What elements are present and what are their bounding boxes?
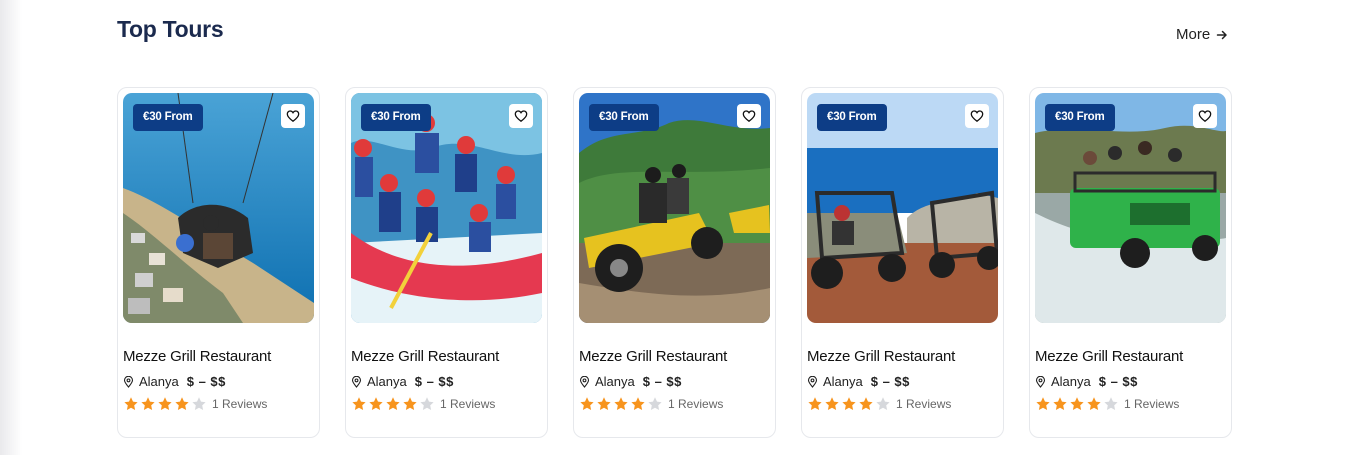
star-filled-icon xyxy=(369,397,383,410)
quad-bike-photo: €30 From xyxy=(579,93,770,323)
heart-icon xyxy=(742,110,756,123)
tour-price-range: $ – $$ xyxy=(642,374,682,389)
favorite-button[interactable] xyxy=(737,104,761,128)
tour-rating: 1 Reviews xyxy=(579,396,770,412)
tour-meta: Alanya $ – $$ xyxy=(351,374,542,389)
paragliding-photo: €30 From xyxy=(123,93,314,323)
review-count: 1 Reviews xyxy=(668,397,724,411)
tour-card[interactable]: €30 From Mezze Grill Restaurant Alanya $… xyxy=(573,87,776,438)
star-rating xyxy=(1035,396,1119,412)
review-count: 1 Reviews xyxy=(440,397,496,411)
tour-rating: 1 Reviews xyxy=(123,396,314,412)
tour-location: Alanya xyxy=(1051,374,1091,389)
jeep-safari-photo: €30 From xyxy=(1035,93,1226,323)
star-empty-icon xyxy=(192,397,206,410)
favorite-button[interactable] xyxy=(1193,104,1217,128)
map-pin-icon xyxy=(1035,375,1046,388)
star-filled-icon xyxy=(825,397,839,410)
star-filled-icon xyxy=(859,397,873,410)
tour-rating: 1 Reviews xyxy=(807,396,998,412)
heart-icon xyxy=(1198,110,1212,123)
arrow-right-icon xyxy=(1216,30,1227,39)
star-empty-icon xyxy=(648,397,662,410)
tour-location: Alanya xyxy=(139,374,179,389)
tour-price-range: $ – $$ xyxy=(870,374,910,389)
star-filled-icon xyxy=(158,397,172,410)
price-badge: €30 From xyxy=(361,104,431,131)
map-pin-icon xyxy=(579,375,590,388)
price-badge: €30 From xyxy=(817,104,887,131)
star-filled-icon xyxy=(580,397,594,410)
tour-price-range: $ – $$ xyxy=(186,374,226,389)
section-title: Top Tours xyxy=(117,16,224,42)
star-filled-icon xyxy=(808,397,822,410)
price-badge: €30 From xyxy=(589,104,659,131)
star-filled-icon xyxy=(614,397,628,410)
star-filled-icon xyxy=(1087,397,1101,410)
review-count: 1 Reviews xyxy=(896,397,952,411)
price-badge: €30 From xyxy=(133,104,203,131)
tour-meta: Alanya $ – $$ xyxy=(579,374,770,389)
more-link[interactable]: More xyxy=(1176,26,1228,43)
map-pin-icon xyxy=(351,375,362,388)
tour-location: Alanya xyxy=(595,374,635,389)
star-filled-icon xyxy=(1070,397,1084,410)
tour-price-range: $ – $$ xyxy=(1098,374,1138,389)
price-badge: €30 From xyxy=(1045,104,1115,131)
review-count: 1 Reviews xyxy=(1124,397,1180,411)
rafting-photo: €30 From xyxy=(351,93,542,323)
tour-meta: Alanya $ – $$ xyxy=(807,374,998,389)
star-filled-icon xyxy=(1036,397,1050,410)
star-empty-icon xyxy=(1104,397,1118,410)
tour-title[interactable]: Mezze Grill Restaurant xyxy=(351,348,542,365)
star-filled-icon xyxy=(386,397,400,410)
tour-card-list: €30 From Mezze Grill Restaurant Alanya $… xyxy=(117,87,1232,438)
more-label: More xyxy=(1176,26,1211,43)
heart-icon xyxy=(286,110,300,123)
star-filled-icon xyxy=(403,397,417,410)
star-rating xyxy=(123,396,207,412)
star-filled-icon xyxy=(1053,397,1067,410)
tour-title[interactable]: Mezze Grill Restaurant xyxy=(579,348,770,365)
tour-title[interactable]: Mezze Grill Restaurant xyxy=(123,348,314,365)
tour-title[interactable]: Mezze Grill Restaurant xyxy=(807,348,998,365)
tour-rating: 1 Reviews xyxy=(1035,396,1226,412)
heart-icon xyxy=(970,110,984,123)
star-filled-icon xyxy=(124,397,138,410)
tour-location: Alanya xyxy=(367,374,407,389)
heart-icon xyxy=(514,110,528,123)
star-rating xyxy=(579,396,663,412)
star-rating xyxy=(807,396,891,412)
star-filled-icon xyxy=(631,397,645,410)
tour-card[interactable]: €30 From Mezze Grill Restaurant Alanya $… xyxy=(345,87,548,438)
star-empty-icon xyxy=(876,397,890,410)
star-filled-icon xyxy=(842,397,856,410)
favorite-button[interactable] xyxy=(965,104,989,128)
buggy-photo: €30 From xyxy=(807,93,998,323)
star-empty-icon xyxy=(420,397,434,410)
star-filled-icon xyxy=(597,397,611,410)
tour-price-range: $ – $$ xyxy=(414,374,454,389)
favorite-button[interactable] xyxy=(509,104,533,128)
star-filled-icon xyxy=(175,397,189,410)
favorite-button[interactable] xyxy=(281,104,305,128)
map-pin-icon xyxy=(807,375,818,388)
tour-card[interactable]: €30 From Mezze Grill Restaurant Alanya $… xyxy=(117,87,320,438)
star-rating xyxy=(351,396,435,412)
map-pin-icon xyxy=(123,375,134,388)
tour-meta: Alanya $ – $$ xyxy=(123,374,314,389)
tour-title[interactable]: Mezze Grill Restaurant xyxy=(1035,348,1226,365)
review-count: 1 Reviews xyxy=(212,397,268,411)
tour-rating: 1 Reviews xyxy=(351,396,542,412)
left-edge-shadow xyxy=(0,0,22,455)
tour-location: Alanya xyxy=(823,374,863,389)
tour-card[interactable]: €30 From Mezze Grill Restaurant Alanya $… xyxy=(1029,87,1232,438)
star-filled-icon xyxy=(141,397,155,410)
tour-card[interactable]: €30 From Mezze Grill Restaurant Alanya $… xyxy=(801,87,1004,438)
star-filled-icon xyxy=(352,397,366,410)
tour-meta: Alanya $ – $$ xyxy=(1035,374,1226,389)
